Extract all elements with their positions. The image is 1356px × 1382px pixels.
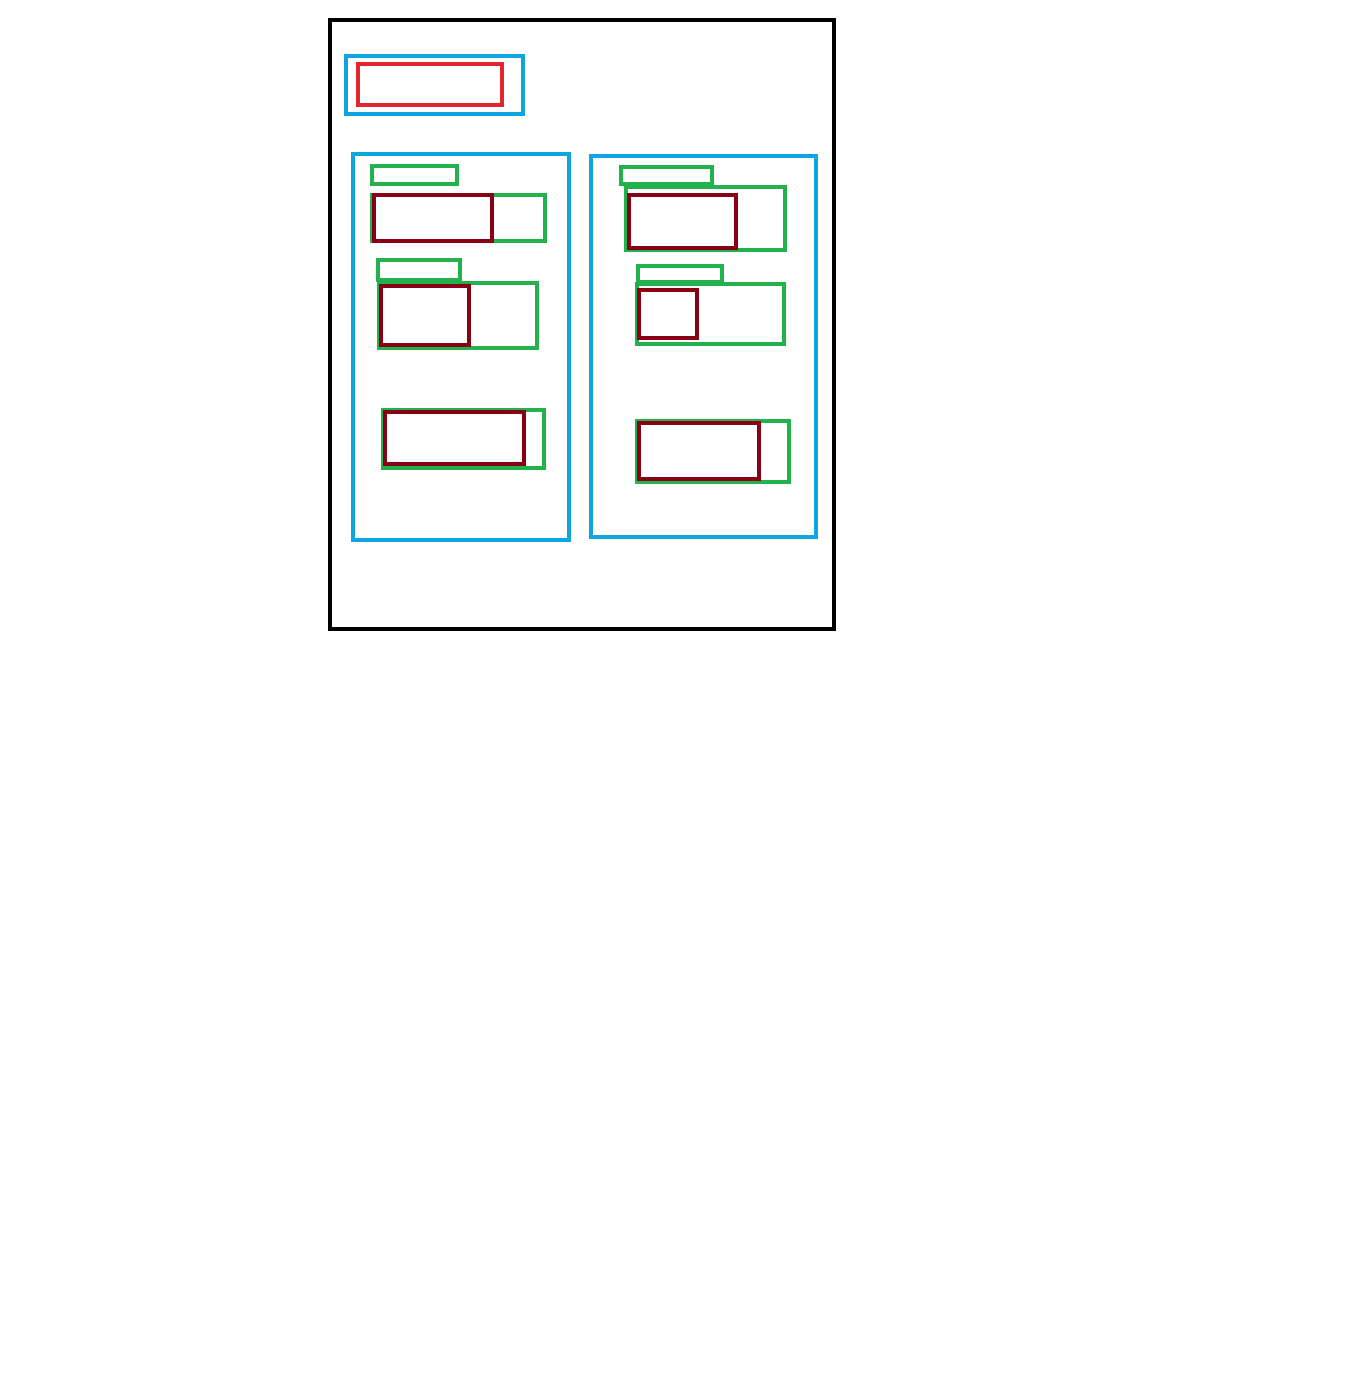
right-group-1-label [619,165,714,186]
right-group-2-field [637,288,699,340]
header-field [356,62,504,107]
left-group-1-label [370,164,459,186]
right-group-2-label [636,264,724,284]
right-group-1-field [627,193,738,250]
right-group-3-field [637,421,761,481]
left-group-2-label [376,258,462,282]
left-group-3-field [383,410,526,466]
left-group-1-field [372,193,494,243]
left-group-2-field [379,284,471,347]
